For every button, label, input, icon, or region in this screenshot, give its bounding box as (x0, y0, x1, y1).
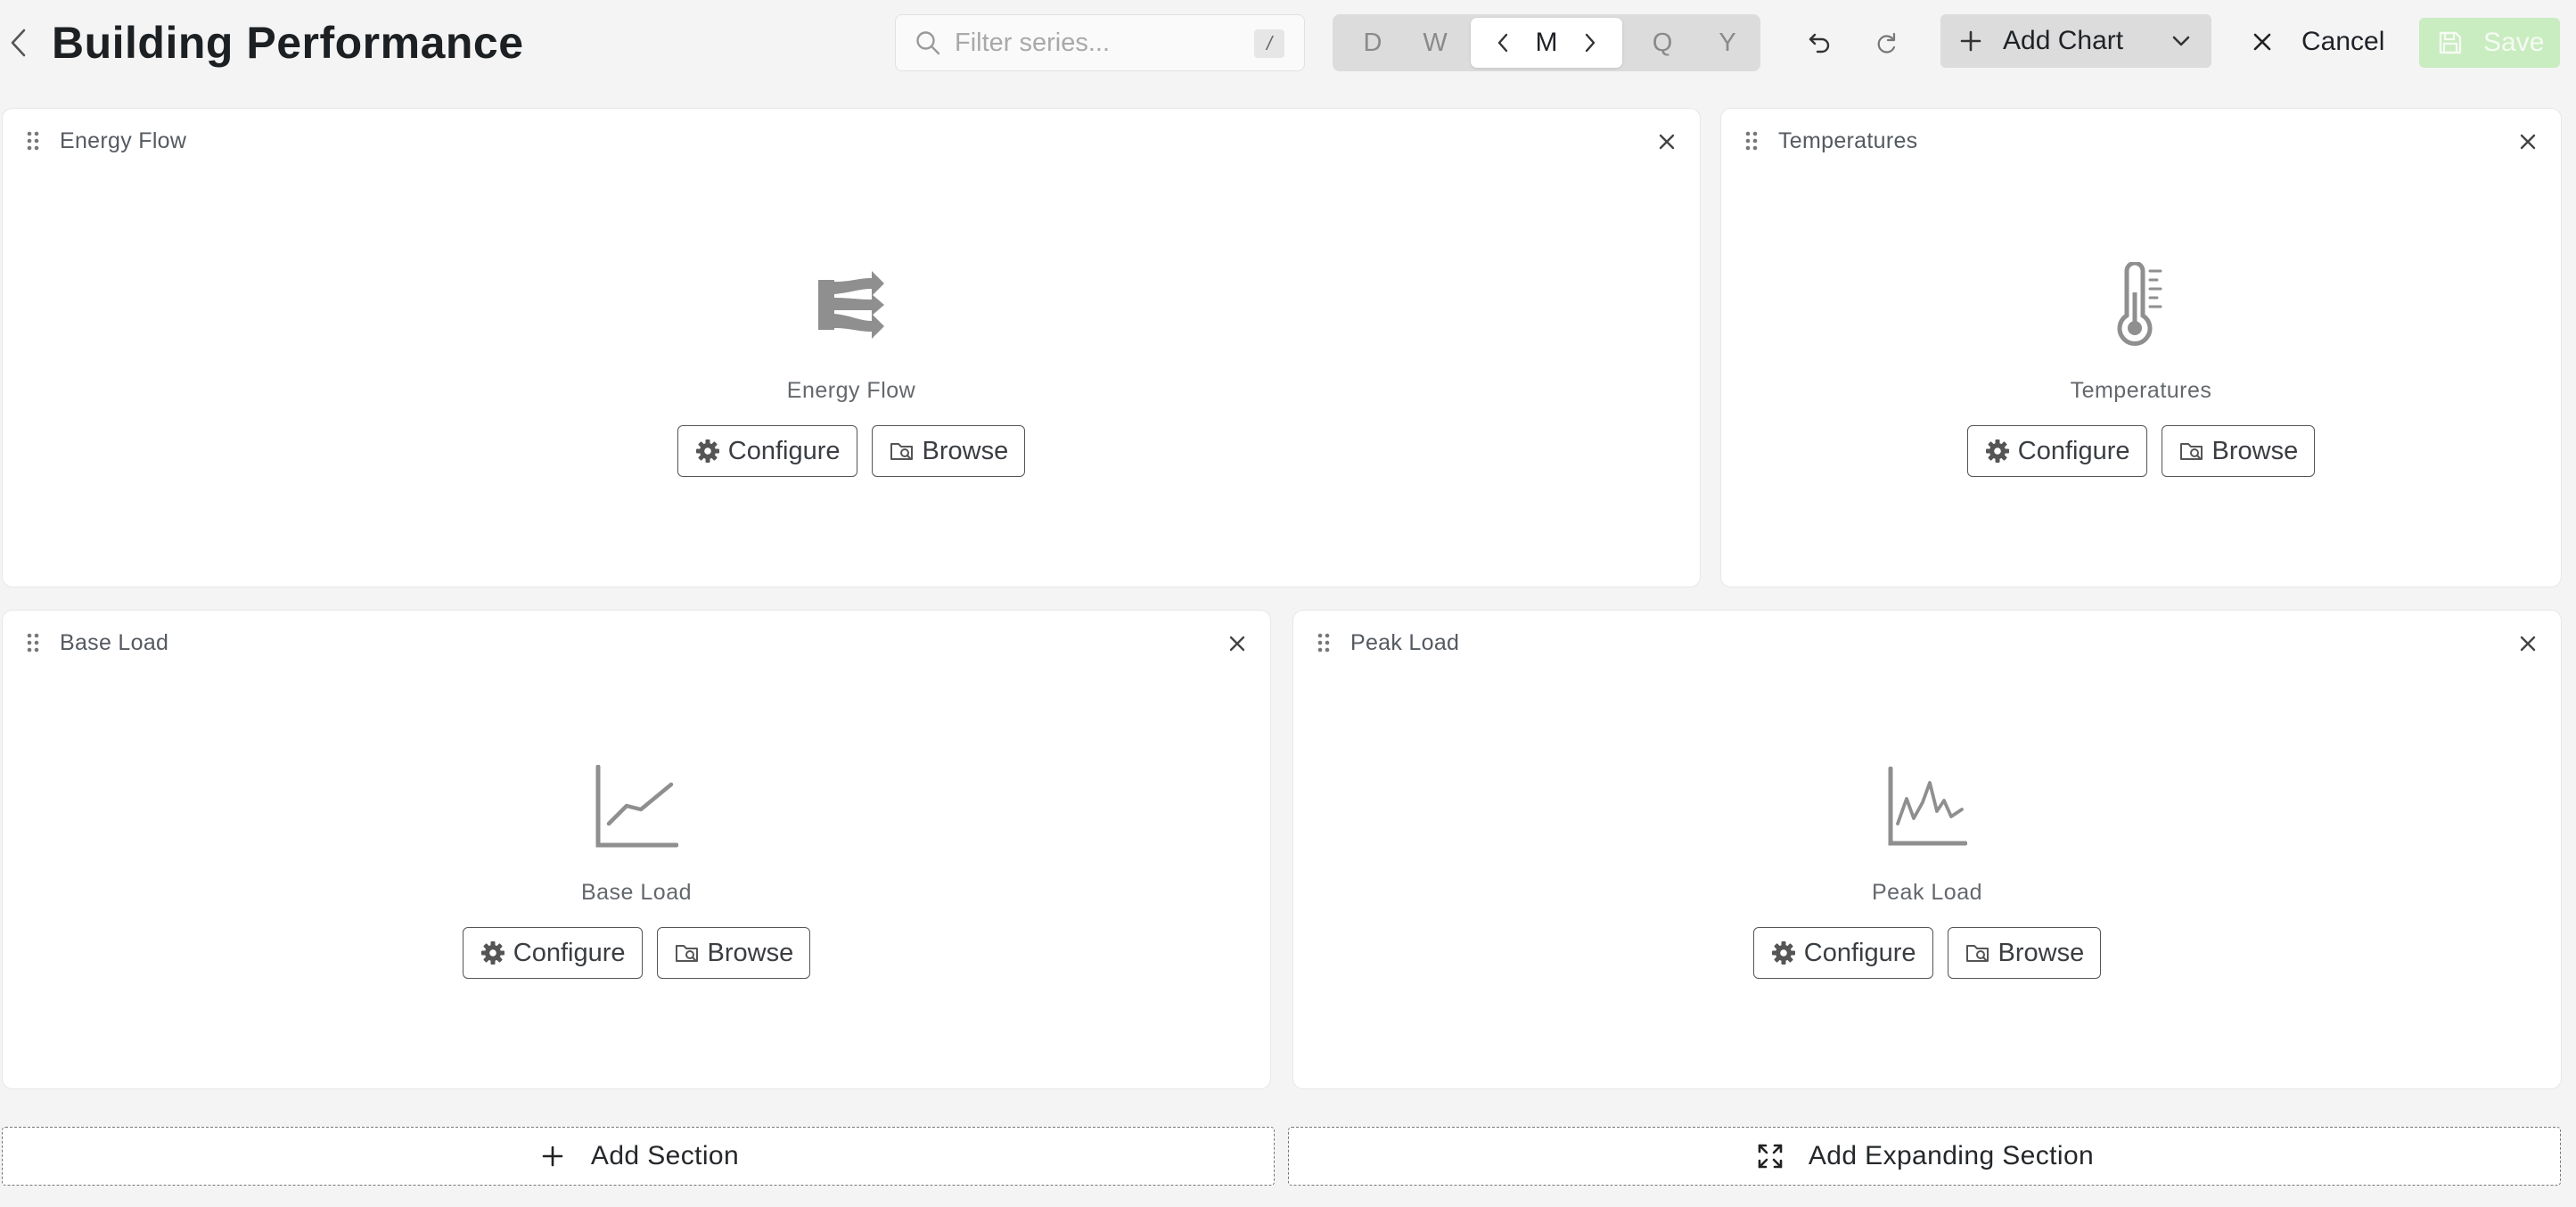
close-panel-icon[interactable] (1652, 127, 1682, 157)
add-expanding-section-label: Add Expanding Section (1808, 1141, 2095, 1170)
panel-placeholder: Base Load Configure Browse (3, 762, 1270, 979)
period-month-active[interactable]: M (1471, 18, 1622, 68)
browse-button[interactable]: Browse (1947, 927, 2102, 979)
search-shortcut-badge: / (1254, 29, 1284, 58)
configure-button[interactable]: Configure (462, 927, 643, 979)
browse-label: Browse (1998, 938, 2085, 967)
period-month: M (1535, 28, 1558, 57)
panel-placeholder: Energy Flow Configure Browse (3, 260, 1700, 477)
panel-title: Base Load (60, 630, 169, 655)
panel-title: Energy Flow (60, 128, 187, 153)
folder-search-icon (1965, 940, 1991, 966)
gear-icon (1984, 438, 2011, 464)
gear-icon (1770, 940, 1797, 966)
browse-label: Browse (707, 938, 794, 967)
configure-label: Configure (1803, 938, 1916, 967)
configure-button[interactable]: Configure (1752, 927, 1933, 979)
gear-icon (480, 940, 506, 966)
panel-placeholder: Peak Load Configure Browse (1293, 762, 2561, 979)
redo-button[interactable] (1866, 23, 1906, 62)
configure-label: Configure (727, 436, 841, 465)
panel-placeholder-label: Energy Flow (786, 378, 916, 403)
save-button[interactable]: Save (2419, 18, 2560, 68)
undo-button[interactable] (1801, 23, 1840, 62)
search-box[interactable]: / (895, 14, 1305, 71)
panel-temperatures: Temperatures Temperatures Configure Brow… (1720, 108, 2562, 587)
panel-title: Peak Load (1350, 630, 1460, 655)
browse-button[interactable]: Browse (2161, 425, 2316, 477)
back-button[interactable] (2, 25, 34, 61)
panel-placeholder-label: Temperatures (2070, 378, 2212, 403)
browse-label: Browse (2211, 436, 2299, 465)
gear-icon (694, 438, 721, 464)
period-year[interactable]: Y (1705, 23, 1750, 62)
panel-header: Temperatures (1721, 109, 2561, 162)
add-section-button[interactable]: Add Section (2, 1127, 1275, 1186)
cancel-label: Cancel (2301, 27, 2385, 56)
panel-header: Peak Load (1293, 611, 2561, 664)
previous-period-icon[interactable] (1490, 25, 1515, 61)
panel-base-load: Base Load Base Load Configure Browse (2, 610, 1271, 1089)
panel-placeholder-label: Base Load (580, 880, 693, 905)
folder-search-icon (674, 940, 701, 966)
panel-title: Temperatures (1778, 128, 1918, 153)
save-icon (2435, 28, 2465, 58)
drag-handle-icon[interactable] (1317, 632, 1331, 653)
add-expanding-section-button[interactable]: Add Expanding Section (1288, 1127, 2561, 1186)
panel-actions: Configure Browse (462, 927, 811, 979)
thermometer-icon (2098, 260, 2184, 349)
save-label: Save (2483, 28, 2545, 57)
toolbar: Building Performance / D W M Q Y A (0, 0, 2576, 89)
browse-label: Browse (922, 436, 1009, 465)
page-title: Building Performance (52, 18, 524, 68)
panel-placeholder: Temperatures Configure Browse (1721, 260, 2561, 477)
browse-button[interactable]: Browse (656, 927, 811, 979)
close-icon (2246, 26, 2278, 58)
panel-header: Energy Flow (3, 109, 1700, 162)
panel-peak-load: Peak Load Peak Load Configure Browse (1292, 610, 2562, 1089)
cancel-button[interactable]: Cancel (2246, 14, 2398, 70)
period-day[interactable]: D (1350, 23, 1395, 62)
panel-actions: Configure Browse (677, 425, 1026, 477)
expand-icon (1755, 1141, 1785, 1171)
configure-label: Configure (2017, 436, 2130, 465)
search-icon (914, 29, 942, 57)
panel-actions: Configure Browse (1966, 425, 2316, 477)
peak-chart-icon (1884, 762, 1970, 851)
close-panel-icon[interactable] (2513, 628, 2543, 659)
line-chart-icon (594, 762, 679, 851)
drag-handle-icon[interactable] (1744, 130, 1759, 152)
configure-button[interactable]: Configure (677, 425, 857, 477)
configure-label: Configure (513, 938, 626, 967)
search-input[interactable] (953, 27, 1247, 59)
folder-search-icon (889, 438, 915, 464)
browse-button[interactable]: Browse (871, 425, 1026, 477)
drag-handle-icon[interactable] (26, 130, 40, 152)
close-panel-icon[interactable] (1222, 628, 1252, 659)
add-chart-button[interactable]: Add Chart (1940, 14, 2211, 68)
add-section-label: Add Section (590, 1141, 740, 1170)
period-selector: D W M Q Y (1333, 14, 1760, 71)
chevron-left-icon (11, 29, 26, 57)
add-chart-label: Add Chart (2003, 26, 2124, 55)
plus-icon (1957, 27, 1985, 55)
next-period-icon[interactable] (1578, 25, 1603, 61)
undo-icon (1809, 33, 1830, 53)
redo-icon (1877, 32, 1896, 53)
drag-handle-icon[interactable] (26, 632, 40, 653)
plus-icon (537, 1141, 568, 1171)
panel-header: Base Load (3, 611, 1270, 664)
sankey-icon (808, 260, 894, 349)
panel-energy-flow: Energy Flow Energy Flow Configure Browse (2, 108, 1701, 587)
chevron-down-icon[interactable] (2167, 27, 2195, 55)
panel-actions: Configure Browse (1752, 927, 2102, 979)
period-week[interactable]: W (1413, 23, 1457, 62)
configure-button[interactable]: Configure (1966, 425, 2147, 477)
folder-search-icon (2178, 438, 2205, 464)
close-panel-icon[interactable] (2513, 127, 2543, 157)
period-quarter[interactable]: Q (1640, 23, 1685, 62)
panel-placeholder-label: Peak Load (1871, 880, 1983, 905)
